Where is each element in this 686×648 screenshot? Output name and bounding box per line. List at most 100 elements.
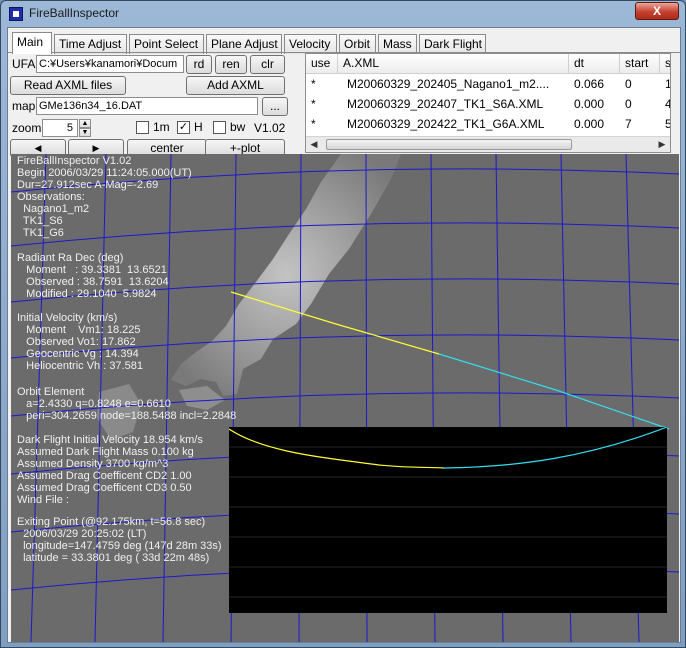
zoom-up-icon[interactable]: ▲ bbox=[79, 119, 91, 128]
info-line: Begin 2006/03/29 11:24:05.000(UT) bbox=[17, 167, 192, 179]
info-line: FireBallInspector V1.02 bbox=[17, 155, 132, 167]
info-line: Observations: bbox=[17, 191, 85, 203]
column-header-dt[interactable]: dt bbox=[569, 54, 620, 74]
row3-start[interactable]: 7 bbox=[620, 115, 660, 135]
main-panel: UFA C:¥Users¥kanamori¥Docum rd ren clr R… bbox=[8, 52, 680, 642]
column-header-use[interactable]: use bbox=[306, 54, 338, 74]
info-line: 2006/03/29 20:25:02 (LT) bbox=[17, 528, 147, 540]
ufa-path-field[interactable]: C:¥Users¥kanamori¥Docum bbox=[36, 55, 184, 73]
title-bar[interactable]: FireBallInspector X bbox=[1, 1, 685, 27]
tab-mass[interactable]: Mass bbox=[378, 34, 417, 54]
checkbox-h-label: H bbox=[194, 120, 203, 134]
row2-use[interactable]: * bbox=[306, 95, 338, 115]
row2-sl[interactable]: 4: bbox=[660, 95, 670, 115]
info-dark-flight: Dark Flight Initial Velocity 18.954 km/s… bbox=[17, 434, 203, 506]
tab-time-adjust[interactable]: Time Adjust bbox=[54, 34, 127, 54]
info-orbit: Orbit Element a=2.4330 q=0.8248 e=0.6610… bbox=[17, 386, 236, 422]
info-velocity: Initial Velocity (km/s) Moment Vm1: 18.2… bbox=[17, 312, 143, 372]
app-window: FireBallInspector X Main Time Adjust Poi… bbox=[0, 0, 686, 648]
version-label: V1.02 bbox=[254, 121, 286, 135]
row3-file[interactable]: M20060329_202422_TK1_G6A.XML bbox=[338, 115, 569, 135]
clr-button[interactable]: clr bbox=[250, 55, 285, 74]
checkbox-1m[interactable] bbox=[136, 121, 149, 134]
row1-file[interactable]: M20060329_202405_Nagano1_m2.... bbox=[338, 75, 569, 95]
client-area: Main Time Adjust Point Select Plane Adju… bbox=[7, 27, 681, 643]
info-line: Initial Velocity (km/s) bbox=[17, 312, 118, 324]
info-radiant: Radiant Ra Dec (deg) Moment : 39.3381 13… bbox=[17, 252, 169, 300]
trajectory-cyan bbox=[438, 353, 670, 430]
info-line: Assumed Dark Flight Mass 0.100 kg bbox=[17, 446, 194, 458]
info-line: Nagano1_m2 bbox=[17, 203, 90, 215]
dark-flight-profile-plot bbox=[229, 427, 667, 613]
horizontal-scrollbar[interactable]: ◀ ▶ bbox=[306, 136, 670, 152]
info-line: Exiting Point (@92.175km, t=56.8 sec) bbox=[17, 516, 206, 528]
map-file-field[interactable]: GMe136n34_16.DAT bbox=[36, 97, 258, 115]
column-header-axml[interactable]: A.XML bbox=[338, 54, 569, 74]
column-header-start[interactable]: start bbox=[620, 54, 660, 74]
info-line: Modified : 29.1040 5.9824 bbox=[17, 288, 157, 300]
info-exit-point: Exiting Point (@92.175km, t=56.8 sec) 20… bbox=[17, 516, 222, 564]
checkbox-bw-label: bw bbox=[230, 120, 246, 134]
scroll-thumb[interactable] bbox=[326, 139, 572, 150]
tab-main[interactable]: Main bbox=[12, 32, 52, 54]
info-line: Moment : 39.3381 13.6521 bbox=[17, 264, 167, 276]
ufa-label: UFA bbox=[12, 57, 36, 71]
row1-dt[interactable]: 0.066 bbox=[569, 75, 620, 95]
tab-orbit[interactable]: Orbit bbox=[339, 34, 376, 54]
info-line: latitude = 33.3801 deg ( 33d 22m 48s) bbox=[17, 552, 210, 564]
profile-gridlines bbox=[229, 446, 667, 598]
map-view[interactable]: FireBallInspector V1.02 Begin 2006/03/29 … bbox=[11, 154, 679, 642]
info-line: a=2.4330 q=0.8248 e=0.6610 bbox=[17, 398, 171, 410]
info-line: Geocentric Vg : 14.394 bbox=[17, 348, 139, 360]
row1-use[interactable]: * bbox=[306, 75, 338, 95]
zoom-input[interactable]: 5 bbox=[42, 119, 78, 137]
rd-button[interactable]: rd bbox=[186, 55, 212, 74]
ren-button[interactable]: ren bbox=[215, 55, 247, 74]
info-line: Heliocentric Vh : 37.581 bbox=[17, 360, 143, 372]
row2-file[interactable]: M20060329_202407_TK1_S6A.XML bbox=[338, 95, 569, 115]
window-title: FireBallInspector bbox=[29, 6, 120, 20]
close-button[interactable]: X bbox=[635, 2, 679, 20]
browse-map-button[interactable]: ... bbox=[262, 97, 288, 116]
row1-start[interactable]: 0 bbox=[620, 75, 660, 95]
checkbox-1m-label: 1m bbox=[153, 120, 170, 134]
zoom-label: zoom bbox=[12, 121, 42, 135]
map-label: map bbox=[12, 99, 36, 113]
row1-sl[interactable]: 1: bbox=[660, 75, 670, 95]
info-line: TK1_G6 bbox=[17, 227, 64, 239]
info-line: peri=304.2659 node=188.5488 incl=2.2848 bbox=[17, 410, 237, 422]
add-axml-button[interactable]: Add AXML bbox=[186, 76, 285, 95]
info-line: Assumed Density 3700 kg/m^3 bbox=[17, 458, 169, 470]
tab-velocity[interactable]: Velocity bbox=[284, 34, 337, 54]
info-header: FireBallInspector V1.02 Begin 2006/03/29 … bbox=[17, 155, 192, 239]
tab-dark-flight[interactable]: Dark Flight bbox=[419, 34, 486, 54]
info-line: Assumed Drag Coefficent CD3 0.50 bbox=[17, 482, 192, 494]
info-line: longitude=147.4759 deg (147d 28m 33s) bbox=[17, 540, 222, 552]
info-line: TK1_S6 bbox=[17, 215, 63, 227]
scroll-left-icon[interactable]: ◀ bbox=[306, 137, 322, 152]
info-line: Radiant Ra Dec (deg) bbox=[17, 252, 124, 264]
checkbox-bw[interactable] bbox=[213, 121, 226, 134]
scroll-right-icon[interactable]: ▶ bbox=[654, 137, 670, 152]
file-list-grid[interactable]: use A.XML dt start sl * M20060329_202405… bbox=[305, 53, 671, 153]
checkbox-h[interactable]: ✓ bbox=[177, 121, 190, 134]
column-header-sl[interactable]: sl bbox=[660, 54, 670, 74]
app-icon bbox=[9, 7, 23, 21]
info-line: Wind File : bbox=[17, 494, 69, 506]
row3-use[interactable]: * bbox=[306, 115, 338, 135]
tab-plane-adjust[interactable]: Plane Adjust bbox=[206, 34, 282, 54]
zoom-down-icon[interactable]: ▼ bbox=[79, 128, 91, 137]
row3-dt[interactable]: 0.000 bbox=[569, 115, 620, 135]
info-line: Observed Vo1: 17.862 bbox=[17, 336, 136, 348]
row3-sl[interactable]: 5( bbox=[660, 115, 670, 135]
row2-dt[interactable]: 0.000 bbox=[569, 95, 620, 115]
info-line: Moment Vm1: 18.225 bbox=[17, 324, 141, 336]
tab-point-select[interactable]: Point Select bbox=[129, 34, 204, 54]
read-axml-button[interactable]: Read AXML files bbox=[10, 76, 126, 95]
profile-curve-yellow bbox=[229, 428, 445, 469]
info-line: Observed : 38.7591 13.6204 bbox=[17, 276, 169, 288]
profile-canvas bbox=[229, 427, 667, 598]
info-line: Assumed Drag Coefficent CD2 1.00 bbox=[17, 470, 192, 482]
info-line: Orbit Element bbox=[17, 386, 85, 398]
row2-start[interactable]: 0 bbox=[620, 95, 660, 115]
